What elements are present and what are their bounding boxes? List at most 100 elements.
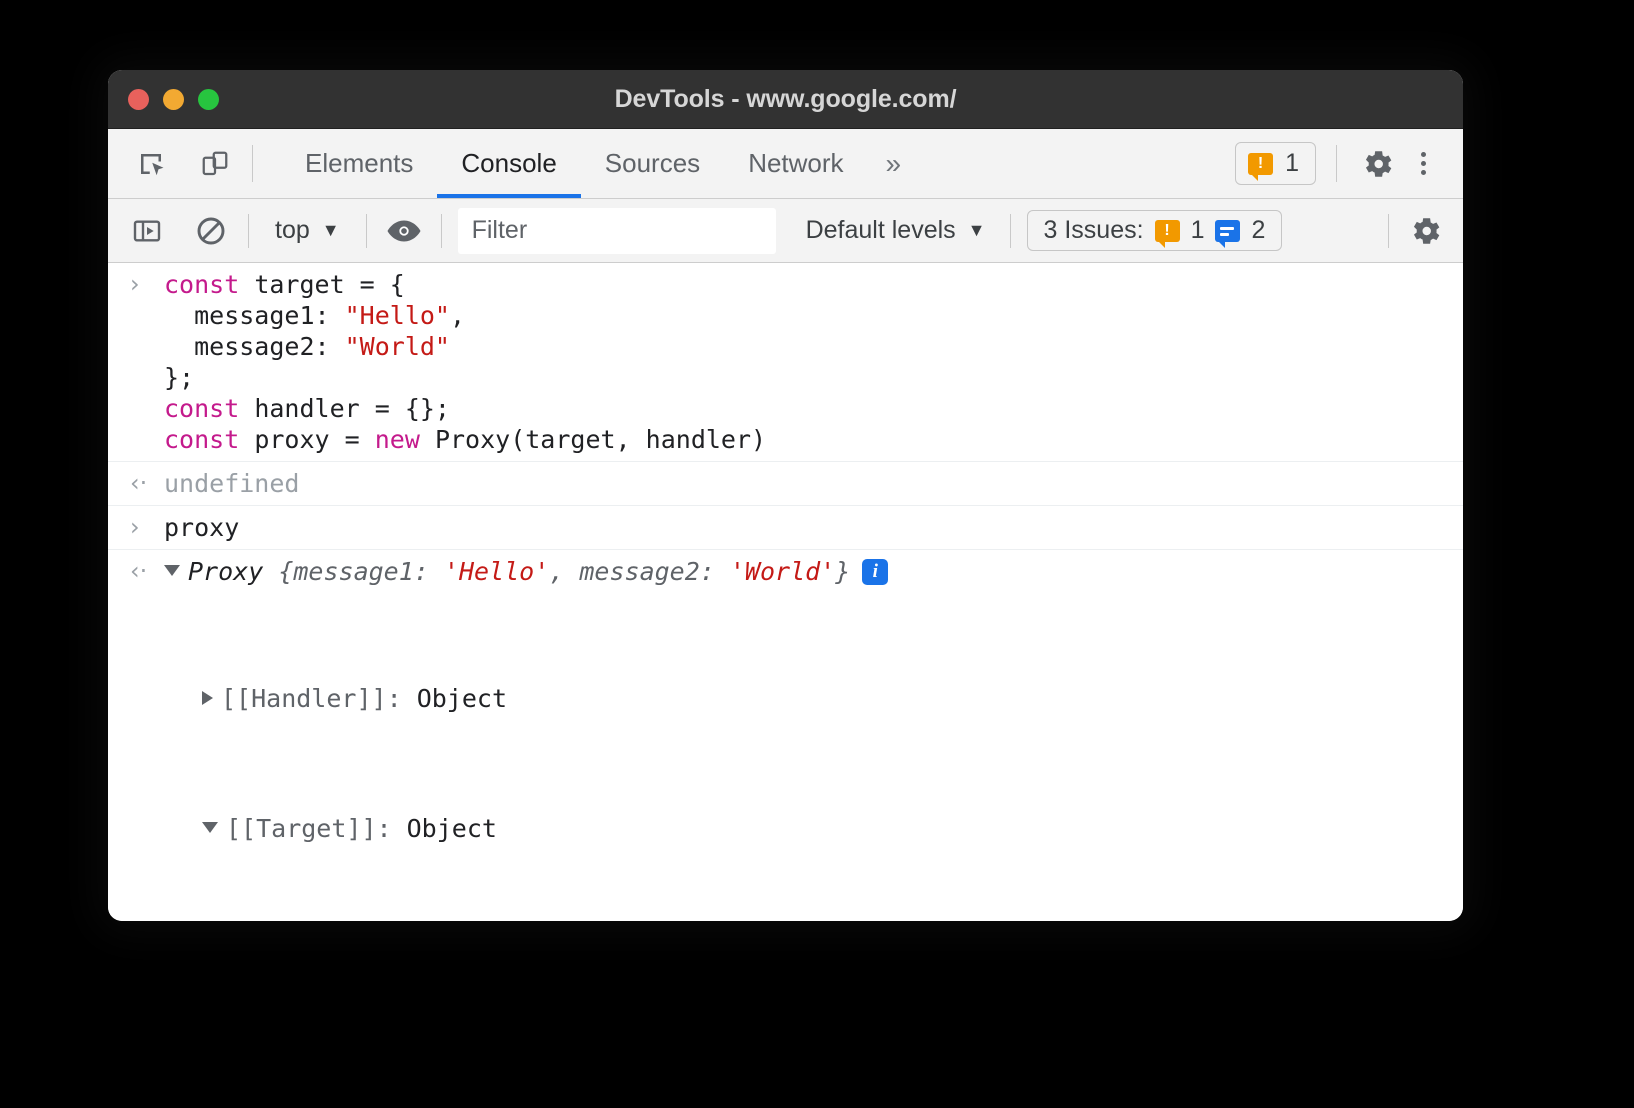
issues-warning-count: 1 [1191, 216, 1205, 245]
tab-label: Sources [605, 148, 700, 179]
keyword-new: new [375, 425, 420, 454]
console-result-value: undefined [108, 468, 1463, 499]
console-input-code: proxy [108, 512, 1463, 543]
tab-bar-right-icons: ! 1 [1235, 129, 1463, 198]
live-expression-icon[interactable] [383, 210, 425, 252]
window-title: DevTools - www.google.com/ [108, 70, 1463, 128]
log-levels-selector[interactable]: Default levels ▼ [798, 212, 994, 249]
tab-elements[interactable]: Elements [281, 129, 437, 198]
proxy-summary-row[interactable]: Proxy {message1: 'Hello', message2: 'Wor… [164, 556, 1463, 587]
chevron-down-icon: ▼ [322, 220, 340, 241]
proxy-object-tree: Proxy {message1: 'Hello', message2: 'Wor… [108, 556, 1463, 921]
output-arrow-icon: ‹· [130, 557, 160, 587]
chevron-right-icon[interactable] [202, 691, 213, 705]
console-message-list[interactable]: › const target = { message1: "Hello", me… [108, 263, 1463, 921]
console-toolbar-right [1372, 210, 1463, 252]
gear-icon[interactable] [1405, 210, 1447, 252]
warning-count-label: 1 [1285, 149, 1299, 178]
console-toolbar: top ▼ Default levels ▼ 3 Issues: ! [108, 199, 1463, 263]
toolbar-divider-3 [441, 214, 442, 248]
tab-console[interactable]: Console [437, 129, 580, 198]
traffic-lights [108, 89, 219, 110]
filter-input[interactable] [458, 208, 776, 254]
chevron-down-icon[interactable] [164, 565, 180, 576]
devtools-tab-bar: Elements Console Sources Network » ! 1 [108, 129, 1463, 199]
maximize-window-button[interactable] [198, 89, 219, 110]
chevron-down-icon[interactable] [202, 822, 218, 833]
string-literal: "World" [345, 332, 450, 361]
code-text: target = { [239, 270, 405, 299]
kebab-menu-icon[interactable] [1403, 143, 1443, 185]
clear-console-icon[interactable] [190, 210, 232, 252]
more-tabs-icon[interactable]: » [868, 129, 920, 198]
minimize-window-button[interactable] [163, 89, 184, 110]
console-sidebar-icon[interactable] [126, 210, 168, 252]
console-input-entry: › const target = { message1: "Hello", me… [108, 263, 1463, 462]
console-input-entry: › proxy [108, 506, 1463, 550]
info-icon[interactable]: i [862, 559, 888, 585]
close-window-button[interactable] [128, 89, 149, 110]
code-text: , [450, 301, 465, 330]
tab-bar-left-icons [108, 129, 236, 198]
input-arrow-icon: › [130, 270, 160, 300]
window-title-bar: DevTools - www.google.com/ [108, 70, 1463, 129]
preview-prop-name: message2: [579, 557, 730, 586]
issues-label: 3 Issues: [1044, 216, 1144, 245]
screenshot-root: DevTools - www.google.com/ [0, 0, 1634, 1108]
tab-label: Network [748, 148, 843, 179]
inspect-element-icon[interactable] [130, 143, 172, 185]
code-text: proxy = [239, 425, 374, 454]
info-bubble-icon [1215, 220, 1240, 242]
toolbar-divider-5 [1388, 214, 1389, 248]
tab-label: Console [461, 148, 556, 179]
console-result-entry: ‹· undefined [108, 462, 1463, 506]
code-text: Proxy(target, handler) [420, 425, 766, 454]
log-levels-label: Default levels [806, 216, 956, 245]
warning-bubble-icon: ! [1248, 153, 1273, 175]
devtools-window: DevTools - www.google.com/ [108, 70, 1463, 921]
string-literal: "Hello" [345, 301, 450, 330]
value-label: Object [407, 814, 497, 843]
tab-network[interactable]: Network [724, 129, 867, 198]
gear-icon[interactable] [1357, 143, 1399, 185]
preview-separator: , [549, 557, 579, 586]
brace-close: } [835, 557, 850, 586]
code-text: handler = {}; [239, 394, 450, 423]
separator: : [387, 684, 417, 713]
issues-button[interactable]: 3 Issues: ! 1 2 [1027, 210, 1283, 251]
chevron-down-icon: ▼ [968, 220, 986, 241]
internal-slot-label: [[Target]] [226, 814, 377, 843]
tab-bar-divider [252, 145, 253, 182]
tab-bar-right-divider [1336, 145, 1337, 182]
toolbar-divider-2 [366, 214, 367, 248]
output-arrow-icon: ‹· [130, 469, 160, 499]
warning-count-badge[interactable]: ! 1 [1235, 142, 1316, 185]
input-arrow-icon: › [130, 513, 160, 543]
preview-prop-name: message1: [293, 557, 444, 586]
brace-open: { [278, 557, 293, 586]
warning-bubble-icon: ! [1155, 220, 1180, 242]
execution-context-label: top [275, 216, 310, 245]
toolbar-divider-4 [1010, 214, 1011, 248]
code-text: }; [164, 363, 194, 392]
tree-row-target[interactable]: [[Target]]: Object [164, 810, 1463, 847]
issues-info-count: 2 [1251, 216, 1265, 245]
separator: : [377, 814, 407, 843]
console-result-entry-proxy: ‹· Proxy {message1: 'Hello', message2: '… [108, 550, 1463, 921]
panel-tabs: Elements Console Sources Network » [281, 129, 919, 198]
internal-slot-label: [[Handler]] [221, 684, 387, 713]
code-text: message1: [164, 301, 345, 330]
tab-sources[interactable]: Sources [581, 129, 724, 198]
code-text: message2: [164, 332, 345, 361]
object-type-label: Proxy [188, 557, 278, 586]
keyword-const: const [164, 425, 239, 454]
value-label: Object [417, 684, 507, 713]
execution-context-selector[interactable]: top ▼ [265, 212, 350, 249]
console-input-code: const target = { message1: "Hello", mess… [108, 269, 1463, 455]
keyword-const: const [164, 270, 239, 299]
tab-label: Elements [305, 148, 413, 179]
tree-row-handler[interactable]: [[Handler]]: Object [164, 680, 1463, 717]
device-toolbar-icon[interactable] [194, 143, 236, 185]
toolbar-divider-1 [248, 214, 249, 248]
keyword-const: const [164, 394, 239, 423]
